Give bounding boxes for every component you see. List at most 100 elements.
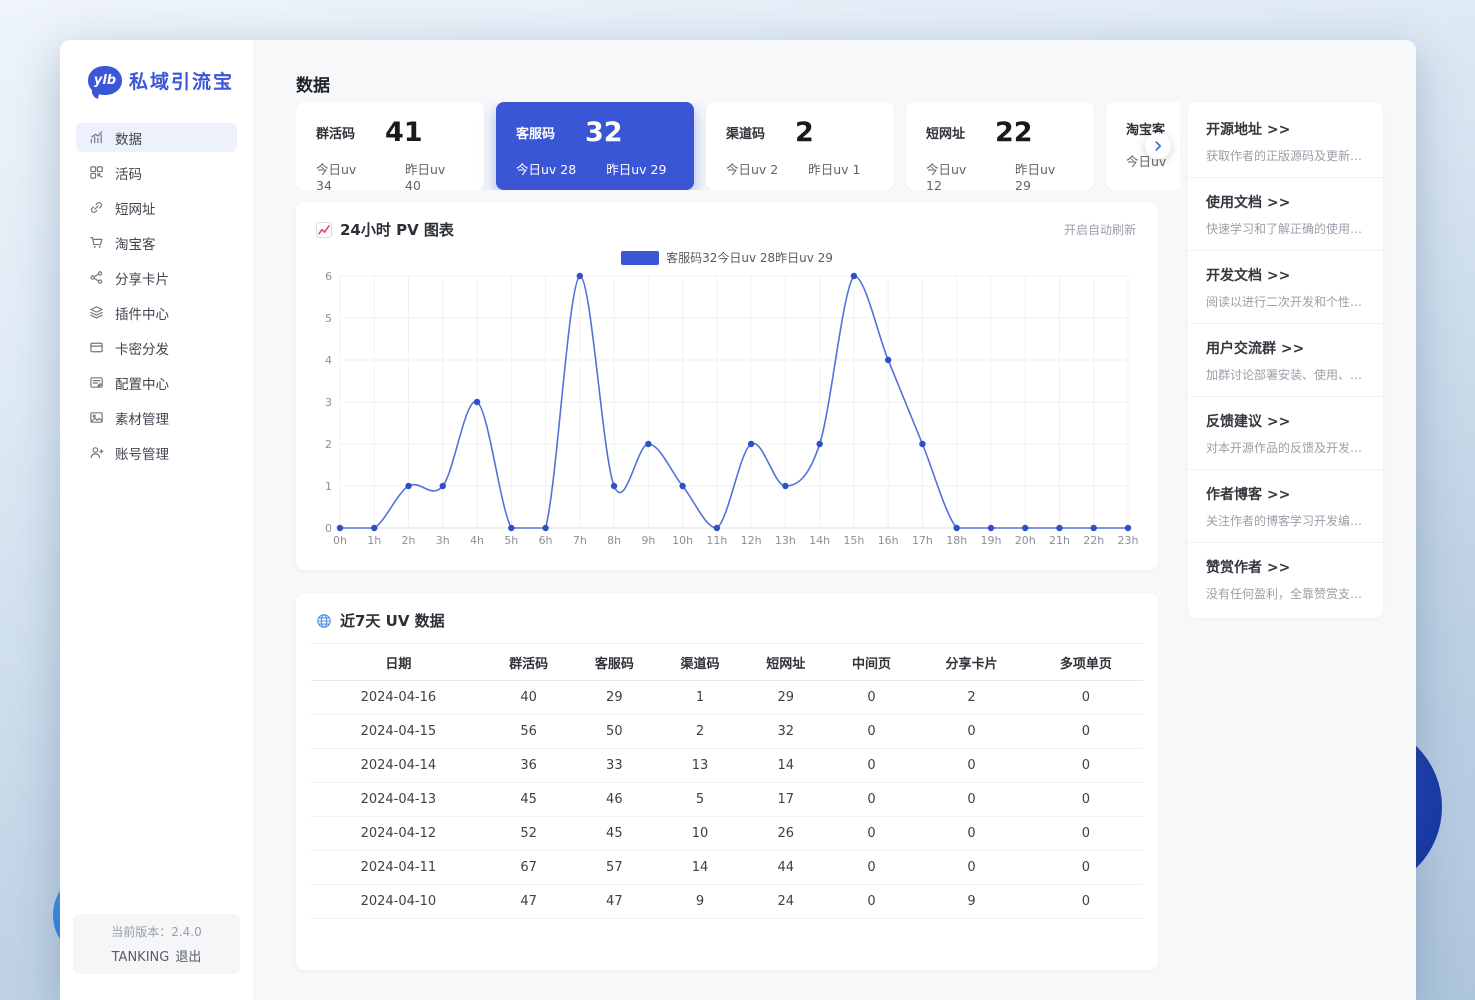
stat-card-yesterday-uv: 昨日uv 1	[808, 159, 860, 178]
svg-text:6h: 6h	[539, 534, 553, 547]
table-cell: 5	[657, 783, 743, 817]
link-item-4[interactable]: 反馈建议 >>对本开源作品的反馈及开发建...	[1188, 397, 1383, 470]
link-description: 加群讨论部署安装、使用、开...	[1206, 366, 1365, 383]
link-description: 关注作者的博客学习开发编程...	[1206, 512, 1365, 529]
link-item-1[interactable]: 使用文档 >>快速学习和了解正确的使用姿...	[1188, 178, 1383, 251]
table-cell: 0	[829, 715, 915, 749]
card-icon	[89, 340, 104, 355]
table-cell: 0	[914, 817, 1028, 851]
sidebar-item-6[interactable]: 卡密分发	[76, 333, 237, 362]
svg-text:2h: 2h	[402, 534, 416, 547]
sidebar-item-4[interactable]: 分享卡片	[76, 263, 237, 292]
stat-card-today-uv: 今日uv 34	[316, 159, 375, 190]
stat-card-label: 群活码	[316, 123, 355, 142]
table-cell: 0	[829, 749, 915, 783]
table-cell: 2024-04-13	[311, 783, 486, 817]
table-cell: 10	[657, 817, 743, 851]
table-cell: 24	[743, 885, 829, 919]
sidebar-item-label: 淘宝客	[115, 233, 156, 253]
brand-logo: ylb 私域引流宝	[60, 40, 253, 95]
table-cell: 0	[829, 681, 915, 715]
column-header: 客服码	[571, 644, 657, 681]
table-cell: 29	[743, 681, 829, 715]
table-cell: 56	[486, 715, 572, 749]
stat-cards-strip: 群活码41今日uv 34昨日uv 40客服码32今日uv 28昨日uv 29渠道…	[296, 102, 1180, 190]
version-label: 当前版本：2.4.0	[77, 923, 236, 940]
stat-card-2[interactable]: 渠道码2今日uv 2昨日uv 1	[706, 102, 894, 190]
sidebar-item-label: 卡密分发	[115, 338, 169, 358]
link-description: 阅读以进行二次开发和个性化...	[1206, 293, 1365, 310]
sidebar-item-8[interactable]: 素材管理	[76, 403, 237, 432]
column-header: 短网址	[743, 644, 829, 681]
logout-link[interactable]: 退出	[175, 950, 201, 965]
table-cell: 0	[1029, 749, 1143, 783]
link-item-5[interactable]: 作者博客 >>关注作者的博客学习开发编程...	[1188, 470, 1383, 543]
brand-name: 私域引流宝	[129, 67, 234, 94]
stat-card-today-uv: 今日uv 28	[516, 159, 576, 178]
table-cell: 0	[914, 715, 1028, 749]
sidebar-item-7[interactable]: 配置中心	[76, 368, 237, 397]
svg-text:4h: 4h	[470, 534, 484, 547]
sidebar-item-3[interactable]: 淘宝客	[76, 228, 237, 257]
table-cell: 0	[914, 851, 1028, 885]
globe-icon	[316, 613, 332, 629]
table-row: 2024-04-134546517000	[311, 783, 1143, 817]
svg-text:13h: 13h	[775, 534, 796, 547]
table-cell: 0	[1029, 681, 1143, 715]
sidebar-item-1[interactable]: 活码	[76, 158, 237, 187]
account-line: TANKING退出	[77, 946, 236, 965]
stat-card-yesterday-uv: 昨日uv 29	[1015, 159, 1074, 190]
table-cell: 9	[914, 885, 1028, 919]
auto-refresh-toggle[interactable]: 开启自动刷新	[1064, 221, 1136, 238]
link-title: 开源地址 >>	[1206, 119, 1365, 139]
table-cell: 47	[571, 885, 657, 919]
svg-text:9h: 9h	[641, 534, 655, 547]
version-box: 当前版本：2.4.0 TANKING退出	[73, 914, 240, 974]
uv-data-table: 日期群活码客服码渠道码短网址中间页分享卡片多项单页 2024-04-164029…	[311, 643, 1143, 919]
qrcode-icon	[89, 165, 104, 180]
svg-text:0h: 0h	[333, 534, 347, 547]
svg-text:21h: 21h	[1049, 534, 1070, 547]
svg-text:2: 2	[325, 438, 332, 451]
layers-icon	[89, 305, 104, 320]
column-header: 日期	[311, 644, 486, 681]
link-item-2[interactable]: 开发文档 >>阅读以进行二次开发和个性化...	[1188, 251, 1383, 324]
svg-text:1: 1	[325, 480, 332, 493]
legend-label: 客服码32今日uv 28昨日uv 29	[666, 249, 833, 266]
page-title: 数据	[296, 71, 330, 96]
svg-text:3h: 3h	[436, 534, 450, 547]
stat-card-yesterday-uv: 昨日uv 40	[405, 159, 464, 190]
link-item-3[interactable]: 用户交流群 >>加群讨论部署安装、使用、开...	[1188, 324, 1383, 397]
table-cell: 67	[486, 851, 572, 885]
stat-card-0[interactable]: 群活码41今日uv 34昨日uv 40	[296, 102, 484, 190]
table-cell: 0	[829, 783, 915, 817]
uv-table-header: 近7天 UV 数据	[296, 593, 1158, 631]
table-cell: 47	[486, 885, 572, 919]
sidebar-item-0[interactable]: 数据	[76, 123, 237, 152]
table-cell: 13	[657, 749, 743, 783]
pv-line-chart: 01234560h1h2h3h4h5h6h7h8h9h10h11h12h13h1…	[312, 266, 1142, 556]
sidebar-item-2[interactable]: 短网址	[76, 193, 237, 222]
table-row: 2024-04-104747924090	[311, 885, 1143, 919]
stat-card-3[interactable]: 短网址22今日uv 12昨日uv 29	[906, 102, 1094, 190]
column-header: 群活码	[486, 644, 572, 681]
table-cell: 0	[829, 885, 915, 919]
stat-card-1[interactable]: 客服码32今日uv 28昨日uv 29	[496, 102, 694, 190]
sidebar-item-9[interactable]: 账号管理	[76, 438, 237, 467]
table-cell: 9	[657, 885, 743, 919]
sidebar-item-5[interactable]: 插件中心	[76, 298, 237, 327]
link-description: 快速学习和了解正确的使用姿...	[1206, 220, 1365, 237]
link-item-0[interactable]: 开源地址 >>获取作者的正版源码及更新动...	[1188, 105, 1383, 178]
app-window: ylb 私域引流宝 数据活码短网址淘宝客分享卡片插件中心卡密分发配置中心素材管理…	[60, 40, 1416, 1000]
chart-legend[interactable]: 客服码32今日uv 28昨日uv 29	[296, 249, 1158, 266]
carousel-next-button[interactable]	[1145, 133, 1171, 159]
svg-text:14h: 14h	[809, 534, 830, 547]
uv-table-card: 近7天 UV 数据 日期群活码客服码渠道码短网址中间页分享卡片多项单页 2024…	[296, 593, 1158, 970]
svg-text:16h: 16h	[878, 534, 899, 547]
link-item-6[interactable]: 赞赏作者 >>没有任何盈利，全靠赞赏支持...	[1188, 543, 1383, 615]
table-cell: 0	[914, 783, 1028, 817]
svg-text:15h: 15h	[843, 534, 864, 547]
svg-text:23h: 23h	[1118, 534, 1139, 547]
svg-text:11h: 11h	[706, 534, 727, 547]
cart-icon	[89, 235, 104, 250]
